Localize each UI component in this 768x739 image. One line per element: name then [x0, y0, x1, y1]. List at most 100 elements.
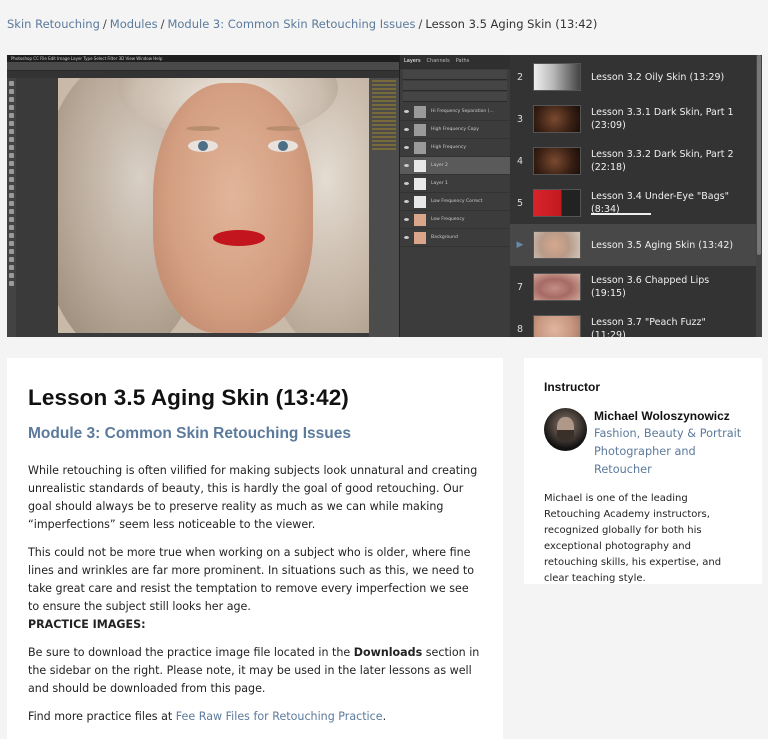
instructor-heading: Instructor: [544, 380, 601, 394]
breadcrumb-link-module[interactable]: Module 3: Common Skin Retouching Issues: [167, 17, 415, 31]
playlist-item[interactable]: 3 Lesson 3.3.1 Dark Skin, Part 1 (23:09): [510, 98, 762, 140]
playlist-thumbnail: [533, 105, 581, 133]
instructor-role: Fashion, Beauty & Portrait Photographer …: [594, 427, 742, 476]
eye-icon: [404, 164, 409, 167]
ps-layer-row: High Frequency: [400, 139, 510, 157]
playlist-item[interactable]: 8 Lesson 3.7 "Peach Fuzz" (11:29): [510, 308, 762, 337]
playlist-item-number: 2: [516, 71, 524, 83]
lesson-title: Lesson 3.5 Aging Skin (13:42): [28, 385, 349, 410]
playlist-thumbnail: [533, 231, 581, 259]
layer-thumbnail: [414, 141, 426, 154]
lesson-playlist: 2 Lesson 3.2 Oily Skin (13:29) 3 Lesson 3.3…: [510, 55, 762, 337]
lesson-paragraph: While retouching is often vilified for m…: [28, 464, 478, 531]
playlist-item-title: Lesson 3.2 Oily Skin (13:29): [591, 71, 725, 83]
layer-thumbnail: [414, 231, 426, 244]
ps-layer-row: Low Frequency Correct: [400, 193, 510, 211]
breadcrumb-separator: /: [160, 17, 165, 31]
practice-files-link[interactable]: Fee Raw Files for Retouching Practice: [176, 710, 383, 723]
paragraph-text: .: [382, 710, 387, 723]
ps-canvas-photo: [58, 78, 391, 333]
playlist-item-title: Lesson 3.3.1 Dark Skin, Part 1 (23:09): [591, 107, 734, 131]
layer-thumbnail: [414, 213, 426, 226]
playlist-thumbnail: [533, 189, 581, 217]
ps-panel-controls: [403, 70, 507, 80]
ps-layer-name: Layer 2: [431, 163, 448, 168]
eye-icon: [404, 236, 409, 239]
playlist-item-number: 5: [516, 197, 524, 209]
playlist-item-number: 7: [516, 281, 524, 293]
ps-layer-name: Low Frequency Correct: [431, 199, 483, 204]
paragraph-text: Be sure to download the practice image f…: [28, 646, 354, 659]
ps-layer-name: Low Frequency: [431, 217, 465, 222]
ps-tab-layers: Layers: [404, 58, 421, 64]
layer-thumbnail: [414, 123, 426, 136]
playlist-item[interactable]: ▶ Lesson 3.5 Aging Skin (13:42): [510, 224, 762, 266]
video-player[interactable]: Photoshop CC File Edit Image Layer Type …: [7, 55, 762, 337]
eye-icon: [404, 146, 409, 149]
eye-icon: [404, 182, 409, 185]
avatar: [544, 408, 587, 451]
playlist-item[interactable]: 7 Lesson 3.6 Chapped Lips (19:15): [510, 266, 762, 308]
eye-icon: [404, 128, 409, 131]
layer-thumbnail: [414, 105, 426, 118]
breadcrumb-current: Lesson 3.5 Aging Skin (13:42): [425, 17, 598, 31]
playlist-item-title: Lesson 3.6 Chapped Lips (19:15): [591, 275, 710, 299]
ps-toolbar: [7, 78, 16, 337]
lesson-paragraph: This could not be more true when working…: [28, 546, 475, 613]
instructor-card: Instructor Michael Woloszynowicz Fashion…: [524, 358, 762, 584]
lesson-paragraph: Be sure to download the practice image f…: [28, 644, 482, 698]
playlist-thumbnail: [533, 273, 581, 301]
ps-layer-row: Low Frequency: [400, 211, 510, 229]
playlist-item-title: Lesson 3.7 "Peach Fuzz" (11:29): [591, 317, 706, 337]
breadcrumb-separator: /: [102, 17, 107, 31]
ps-tab-paths: Paths: [455, 58, 470, 64]
ps-layer-row: Hi Frequency Separation (...: [400, 103, 510, 121]
playlist-item[interactable]: 5 Lesson 3.4 Under-Eye "Bags" (8:34): [510, 182, 762, 224]
ps-panel-controls: [403, 92, 507, 102]
ps-layer-row: Layer 2: [400, 157, 510, 175]
ps-panel-tabs: Layers Channels Paths: [400, 55, 510, 69]
ps-history-strip: [369, 78, 399, 337]
playlist-thumbnail: [533, 63, 581, 91]
face-shape: [153, 83, 313, 333]
lesson-paragraph: Find more practice files at Fee Raw File…: [28, 708, 482, 726]
lesson-content: Lesson 3.5 Aging Skin (13:42) Module 3: …: [7, 358, 503, 739]
playlist-thumbnail: [533, 315, 581, 337]
ps-layer-name: Hi Frequency Separation (...: [431, 109, 494, 114]
breadcrumb-link-modules[interactable]: Modules: [110, 17, 158, 31]
breadcrumb: Skin Retouching / Modules / Module 3: Common…: [7, 17, 597, 31]
ps-layer-name: Background: [431, 235, 458, 240]
watched-progress-bar: [591, 213, 651, 215]
instructor-bio: Michael is one of the leading Retouching…: [544, 493, 722, 584]
playlist-scrollbar[interactable]: [756, 55, 762, 337]
layer-thumbnail: [414, 177, 426, 190]
eye-icon: [404, 200, 409, 203]
ps-layer-row: High Frequency Copy: [400, 121, 510, 139]
layer-thumbnail: [414, 159, 426, 172]
playlist-thumbnail: [533, 147, 581, 175]
ps-layer-row: Background: [400, 229, 510, 247]
ps-layer-name: High Frequency Copy: [431, 127, 479, 132]
playlist-item[interactable]: 2 Lesson 3.2 Oily Skin (13:29): [510, 56, 762, 98]
breadcrumb-separator: /: [418, 17, 423, 31]
ps-layer-name: High Frequency: [431, 145, 467, 150]
downloads-label: Downloads: [353, 646, 423, 659]
instructor-name: Michael Woloszynowicz: [594, 409, 730, 423]
ps-layers-panel: Layers Channels Paths Hi Frequency Separ…: [399, 55, 510, 337]
playlist-item-title: Lesson 3.5 Aging Skin (13:42): [591, 239, 734, 251]
playlist-item[interactable]: 4 Lesson 3.3.2 Dark Skin, Part 2 (22:18): [510, 140, 762, 182]
breadcrumb-link-course[interactable]: Skin Retouching: [7, 17, 100, 31]
ps-panel-controls: [403, 81, 507, 91]
ps-layer-row: Layer 1: [400, 175, 510, 193]
eye-icon: [404, 110, 409, 113]
video-frame[interactable]: Photoshop CC File Edit Image Layer Type …: [7, 55, 510, 337]
ps-layer-name: Layer 1: [431, 181, 448, 186]
play-icon: ▶: [516, 240, 524, 250]
practice-images-heading: PRACTICE IMAGES:: [28, 618, 146, 631]
lips-shape: [213, 230, 265, 246]
module-subtitle: Module 3: Common Skin Retouching Issues: [28, 425, 351, 442]
playlist-item-number: 3: [516, 113, 524, 125]
paragraph-text: Find more practice files at: [28, 710, 176, 723]
playlist-item-title: Lesson 3.3.2 Dark Skin, Part 2 (22:18): [591, 149, 734, 173]
playlist-item-number: 4: [516, 155, 524, 167]
